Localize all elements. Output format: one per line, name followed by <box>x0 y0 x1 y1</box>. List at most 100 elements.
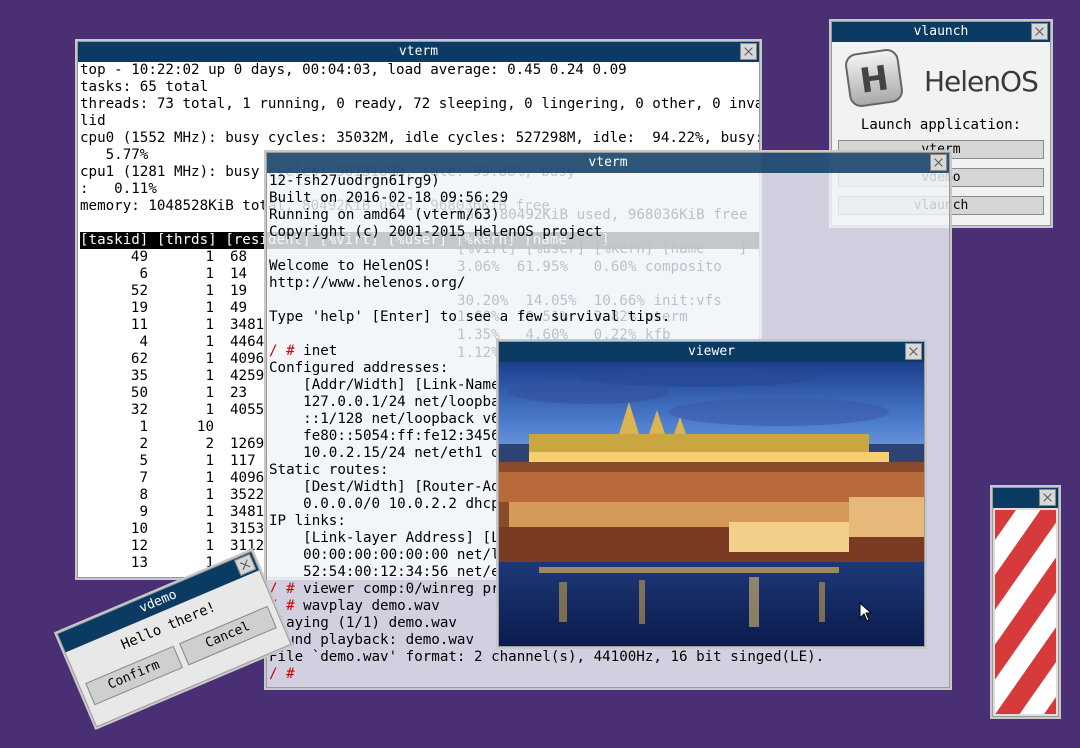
shell-line: Type 'help' [Enter] to see a few surviva… <box>269 309 671 325</box>
command-text: wavplay demo.wav <box>303 598 440 614</box>
taskid-cell: 49 <box>130 249 148 265</box>
command-text: inet <box>303 343 338 359</box>
threads-cell: 1 <box>205 402 214 418</box>
taskid-cell: 32 <box>130 402 148 418</box>
resident-cell: 3112 <box>230 538 265 554</box>
window-title: viewer <box>688 344 735 359</box>
taskid-cell: 13 <box>130 555 148 571</box>
taskid-cell: 7 <box>139 470 148 486</box>
shell-line: http://www.helenos.org/ <box>269 275 466 291</box>
close-icon[interactable] <box>740 43 757 60</box>
threads-cell: 1 <box>205 266 214 282</box>
resident-cell: 4055 <box>230 402 265 418</box>
threads-cell: 1 <box>205 351 214 367</box>
viewer-titlebar[interactable]: viewer <box>499 342 924 362</box>
prompt-line: / # <box>269 666 949 683</box>
resident-cell: 68 <box>230 249 248 265</box>
close-icon[interactable] <box>930 154 947 171</box>
terminal-line: lid <box>80 113 106 129</box>
taskid-cell: 1 <box>139 419 148 435</box>
taskid-cell: 52 <box>130 283 148 299</box>
threads-cell: 10 <box>196 419 214 435</box>
prompt-symbol: / # <box>269 666 295 682</box>
resident-cell: 49 <box>230 300 248 316</box>
shell-line: 12-fsh27uodrgn61rg9) <box>269 173 440 189</box>
barber-pole-window[interactable] <box>992 487 1059 717</box>
threads-cell: 1 <box>205 521 214 537</box>
vterm-titlebar[interactable]: vterm <box>267 153 949 173</box>
taskid-cell: 11 <box>130 317 148 333</box>
terminal-line: threads: 73 total, 1 running, 0 ready, 7… <box>80 96 759 112</box>
shell-line <box>269 292 949 309</box>
helenos-logo: H <box>842 48 908 110</box>
helenos-wordmark: HelenOS <box>924 65 1039 98</box>
taskid-cell: 9 <box>139 504 148 520</box>
resident-cell: 23 <box>230 385 248 401</box>
taskid-cell: 62 <box>130 351 148 367</box>
resident-cell: 3481 <box>230 504 265 520</box>
close-icon[interactable] <box>1031 23 1048 40</box>
threads-cell: 1 <box>205 504 214 520</box>
shell-line: Welcome to HelenOS! <box>269 258 432 274</box>
shell-line <box>269 241 949 258</box>
taskid-cell: 8 <box>139 487 148 503</box>
mouse-cursor-icon <box>859 602 873 622</box>
resident-cell: 4096 <box>230 470 265 486</box>
terminal-line: cpu0 (1552 MHz): busy cycles: 35032M, id… <box>80 130 759 146</box>
resident-cell: 19 <box>230 283 248 299</box>
taskid-cell: 2 <box>139 436 148 452</box>
resident-cell: 4259 <box>230 368 265 384</box>
viewer-window[interactable]: viewer <box>498 341 925 647</box>
resident-cell: 1269 <box>230 436 265 452</box>
shell-line: File `demo.wav' format: 2 channel(s), 44… <box>269 649 825 665</box>
launch-label: Launch application: <box>860 117 1022 133</box>
threads-cell: 1 <box>205 334 214 350</box>
resident-cell: 4096 <box>230 351 265 367</box>
close-icon[interactable] <box>234 553 257 576</box>
threads-cell: 1 <box>205 300 214 316</box>
taskid-cell: 50 <box>130 385 148 401</box>
terminal-line: tasks: 65 total <box>80 79 209 95</box>
threads-cell: 1 <box>205 317 214 333</box>
taskid-cell: 10 <box>130 521 148 537</box>
resident-cell: 117 <box>230 453 256 469</box>
threads-cell: 1 <box>205 470 214 486</box>
threads-cell: 1 <box>205 368 214 384</box>
shell-line: Copyright (c) 2001-2015 HelenOS project <box>269 224 603 240</box>
resident-cell: 4464 <box>230 334 265 350</box>
resident-cell: 3522 <box>230 487 265 503</box>
threads-cell: 1 <box>205 538 214 554</box>
barber-pole-graphic <box>995 510 1056 714</box>
barber-titlebar[interactable] <box>993 488 1058 508</box>
vlaunch-titlebar[interactable]: vlaunch <box>832 22 1050 42</box>
helenos-logo-icon: H <box>845 49 903 107</box>
window-title: vterm <box>588 155 628 170</box>
taskid-cell: 5 <box>139 453 148 469</box>
vterm-titlebar[interactable]: vterm <box>78 42 759 62</box>
threads-cell: 2 <box>205 436 214 452</box>
taskid-cell: 35 <box>130 368 148 384</box>
threads-cell: 1 <box>205 487 214 503</box>
prompt-symbol: / # <box>269 581 295 597</box>
svg-text:H: H <box>857 58 891 102</box>
taskid-cell: 6 <box>139 266 148 282</box>
taskid-cell: 4 <box>139 334 148 350</box>
terminal-line: top - 10:22:02 up 0 days, 00:04:03, load… <box>80 62 627 78</box>
close-icon[interactable] <box>1039 489 1056 506</box>
close-icon[interactable] <box>905 343 922 360</box>
resident-cell: 3153 <box>230 521 265 537</box>
taskid-cell: 19 <box>130 300 148 316</box>
threads-cell: 1 <box>205 453 214 469</box>
threads-cell: 1 <box>205 283 214 299</box>
shell-line: Built on 2016-02-18 09:56:29 <box>269 190 509 206</box>
window-title: vterm <box>398 44 439 59</box>
threads-cell: 1 <box>205 385 214 401</box>
window-title: vlaunch <box>913 24 969 39</box>
resident-cell: 3481 <box>230 317 265 333</box>
taskid-cell: 12 <box>130 538 148 554</box>
threads-cell: 1 <box>205 249 214 265</box>
resident-cell: 14 <box>230 266 248 282</box>
shell-line: Running on amd64 (vterm/63) <box>269 207 500 223</box>
window-title: vdemo <box>137 587 180 617</box>
prompt-symbol: / # <box>269 343 295 359</box>
